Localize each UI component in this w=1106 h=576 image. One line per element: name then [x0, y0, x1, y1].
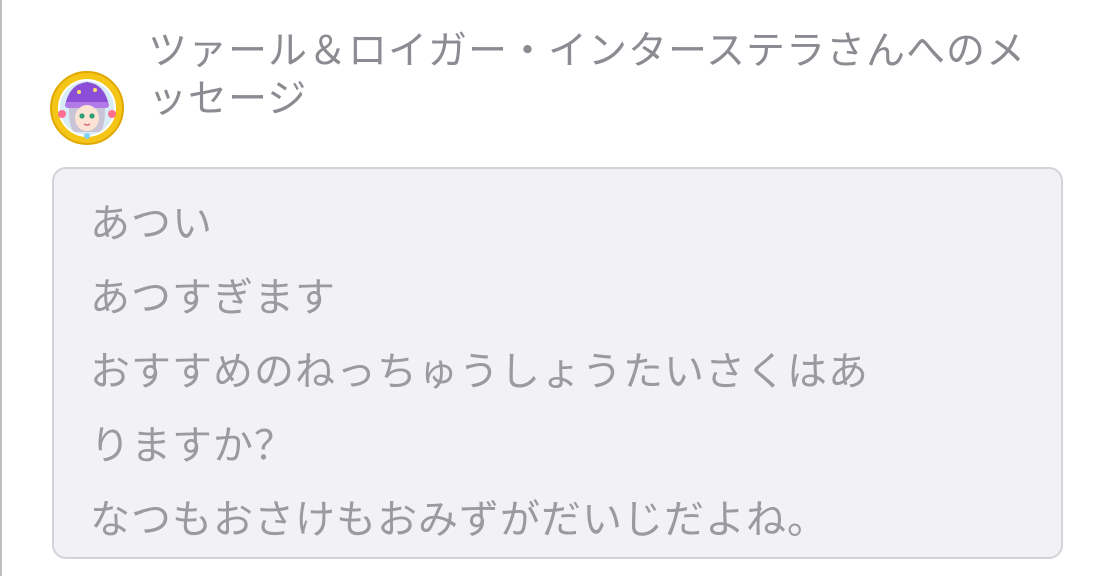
recipient-title: ツァール＆ロイガー・インターステラさんへのメッセージ — [148, 29, 1027, 122]
message-line: あつい — [90, 201, 213, 247]
message-line: りますか？ — [90, 423, 295, 469]
character-portrait-icon — [50, 71, 124, 145]
message-box[interactable]: あつい あつすぎます おすすめのねっちゅうしょうたいさくはあ りますか？ なつも… — [52, 167, 1063, 559]
message-line: あつすぎます — [90, 275, 336, 321]
message-page: ツァール＆ロイガー・インターステラさんへのメッセージ あつい あつすぎます おす… — [0, 0, 1106, 576]
message-line: なつもおさけもおみずがだいじだよね。 — [90, 497, 828, 543]
message-line: おすすめのねっちゅうしょうたいさくはあ — [90, 349, 869, 395]
recipient-avatar[interactable] — [49, 70, 125, 146]
